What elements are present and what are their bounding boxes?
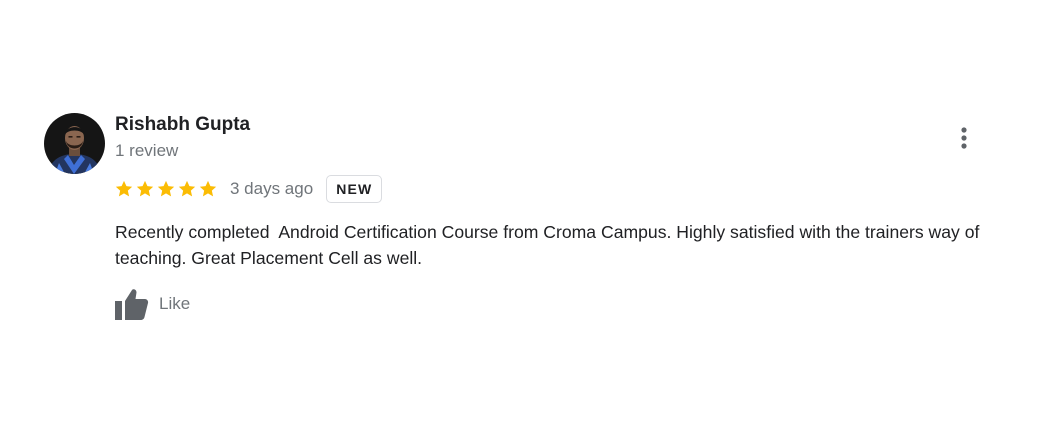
more-options-button[interactable] (948, 122, 980, 154)
author-name[interactable]: Rishabh Gupta (115, 114, 250, 136)
star-icon (199, 180, 217, 197)
thumb-up-icon (115, 288, 149, 320)
more-vert-icon (961, 127, 967, 149)
star-rating (114, 179, 218, 199)
like-label: Like (159, 294, 191, 313)
star-icon (178, 180, 196, 197)
review-text: Recently completed Android Certification… (115, 222, 985, 268)
like-button[interactable]: Like (113, 287, 190, 321)
rating-row: 3 days ago NEW (114, 174, 383, 204)
avatar-photo (44, 113, 105, 174)
review-card: Rishabh Gupta 1 review 3 days ago NEW Re… (0, 0, 1059, 424)
review-time: 3 days ago (230, 179, 314, 198)
avatar[interactable] (44, 113, 105, 174)
star-icon (136, 180, 154, 197)
new-badge: NEW (326, 175, 383, 203)
star-icon (115, 180, 133, 197)
author-review-count[interactable]: 1 review (115, 141, 178, 161)
star-icon (157, 180, 175, 197)
